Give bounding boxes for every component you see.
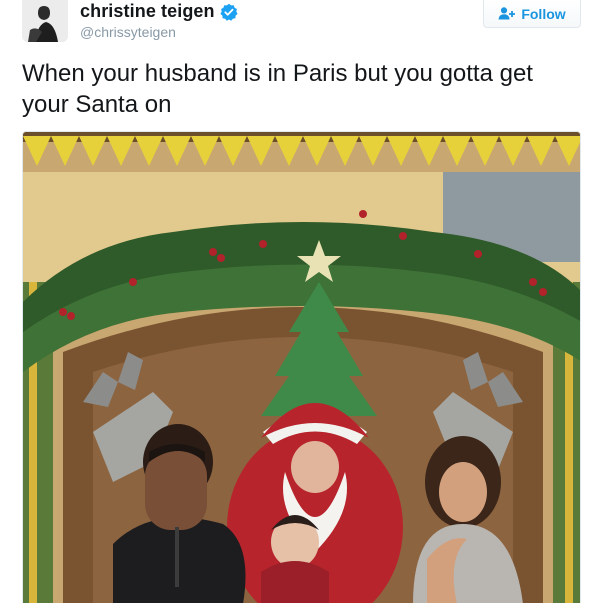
tweet-text: When your husband is in Paris but you go… <box>22 60 533 118</box>
author-display-name[interactable]: christine teigen <box>80 1 215 22</box>
santa-photo-image <box>23 132 580 603</box>
author-name-row[interactable]: christine teigen <box>80 1 238 22</box>
follow-button[interactable]: Follow <box>483 0 581 28</box>
follow-button-label: Follow <box>521 5 566 22</box>
add-user-icon <box>498 7 516 20</box>
tweet-header: christine teigen @chrissyteigen Follow <box>0 0 592 48</box>
avatar[interactable] <box>22 0 68 42</box>
verified-badge-icon <box>220 3 238 21</box>
author-handle[interactable]: @chrissyteigen <box>80 24 176 40</box>
tweet-photo[interactable] <box>22 131 581 603</box>
